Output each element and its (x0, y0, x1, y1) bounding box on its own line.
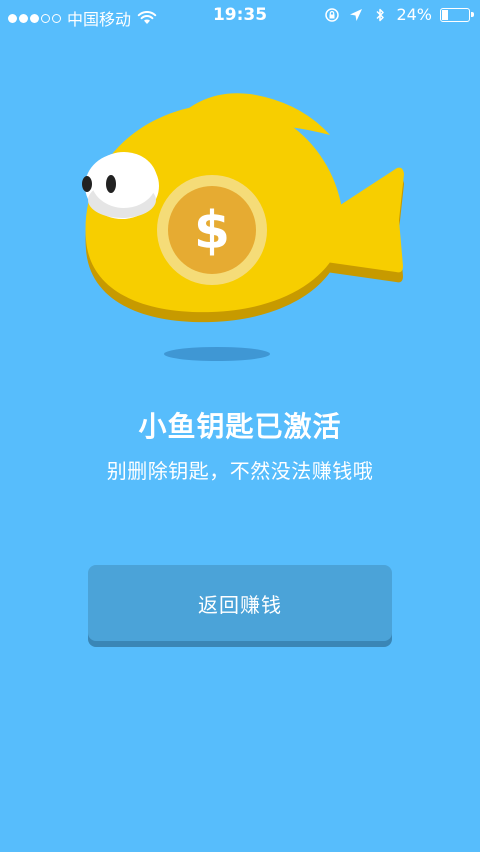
return-to-earn-button[interactable]: 返回赚钱 (88, 565, 392, 641)
status-bar: 中国移动 19:35 24% (0, 0, 480, 32)
battery-fill (442, 9, 448, 20)
status-right: 24% (324, 5, 474, 24)
fish-eye-highlight (91, 152, 157, 208)
bluetooth-icon (376, 8, 385, 21)
battery-percentage: 24% (396, 5, 432, 24)
fish-pupil-right (106, 175, 116, 193)
fish-pupil-left (82, 176, 92, 192)
battery-icon (440, 7, 474, 22)
fish-coin-illustration: $ (82, 93, 404, 361)
activation-title: 小鱼钥匙已激活 (138, 410, 342, 443)
fish-shadow (164, 347, 270, 361)
activation-subtitle: 别删除钥匙，不然没法赚钱哦 (106, 459, 374, 483)
orientation-lock-icon (325, 7, 340, 22)
location-arrow-icon (350, 8, 363, 21)
dollar-icon: $ (194, 201, 230, 261)
